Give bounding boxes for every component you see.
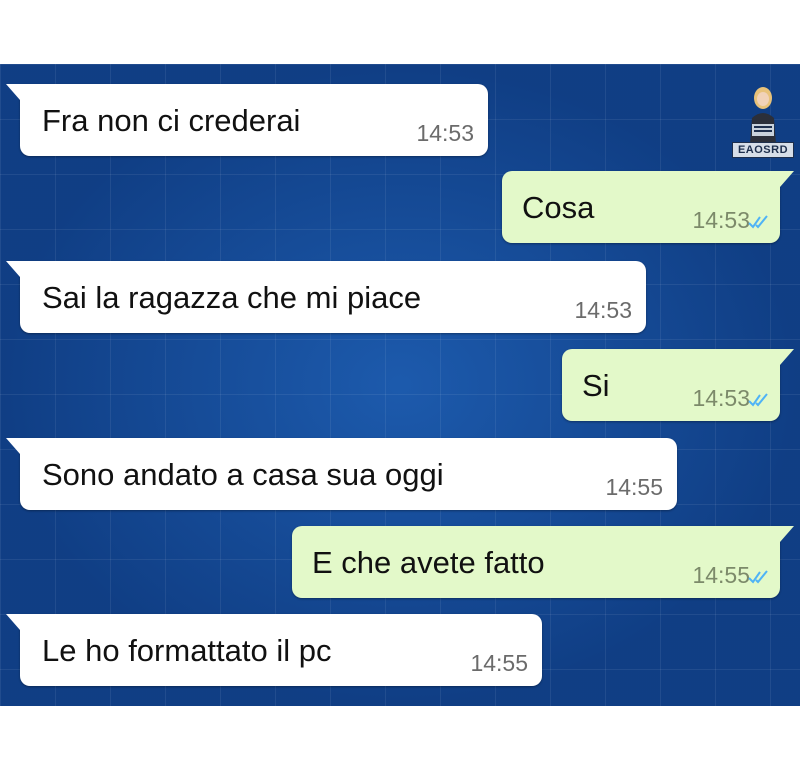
bubble-tail — [780, 526, 794, 542]
bubble-tail — [6, 261, 20, 277]
bubble-tail — [6, 84, 20, 100]
message-time: 14:55 — [470, 650, 528, 676]
avatar-figure-icon — [750, 87, 776, 144]
message-text: E che avete fatto — [312, 545, 545, 580]
message-outgoing[interactable]: Cosa 14:53 — [502, 171, 794, 243]
message-incoming[interactable]: Sai la ragazza che mi piace 14:53 — [6, 261, 646, 333]
message-text: Cosa — [522, 190, 595, 225]
bubble-tail — [6, 438, 20, 454]
message-incoming[interactable]: Le ho formattato il pc 14:55 — [6, 614, 542, 686]
watermark-label: EAOSRD — [732, 142, 794, 158]
bubble-tail — [780, 349, 794, 365]
message-text: Si — [582, 368, 610, 403]
read-double-check-icon — [748, 570, 768, 584]
message-time: 14:53 — [692, 207, 750, 233]
message-outgoing[interactable]: E che avete fatto 14:55 — [292, 526, 794, 598]
message-text: Sai la ragazza che mi piace — [42, 280, 422, 315]
read-double-check-icon — [748, 393, 768, 407]
message-time: 14:53 — [416, 120, 474, 146]
message-time: 14:55 — [692, 562, 750, 588]
watermark-logo: EAOSRD — [732, 80, 794, 158]
message-time: 14:53 — [692, 385, 750, 411]
message-text: Sono andato a casa sua oggi — [42, 457, 444, 492]
bubble-tail — [6, 614, 20, 630]
message-text: Fra non ci crederai — [42, 103, 301, 138]
message-incoming[interactable]: Fra non ci crederai 14:53 — [6, 84, 488, 156]
message-text: Le ho formattato il pc — [42, 633, 332, 668]
bubble-tail — [780, 171, 794, 187]
message-time: 14:55 — [605, 474, 663, 500]
message-outgoing[interactable]: Si 14:53 — [562, 349, 794, 421]
message-incoming[interactable]: Sono andato a casa sua oggi 14:55 — [6, 438, 677, 510]
message-time: 14:53 — [574, 297, 632, 323]
chat-background: Fra non ci crederai 14:53 Cosa 14:53 Sai… — [0, 64, 800, 706]
read-double-check-icon — [748, 215, 768, 229]
